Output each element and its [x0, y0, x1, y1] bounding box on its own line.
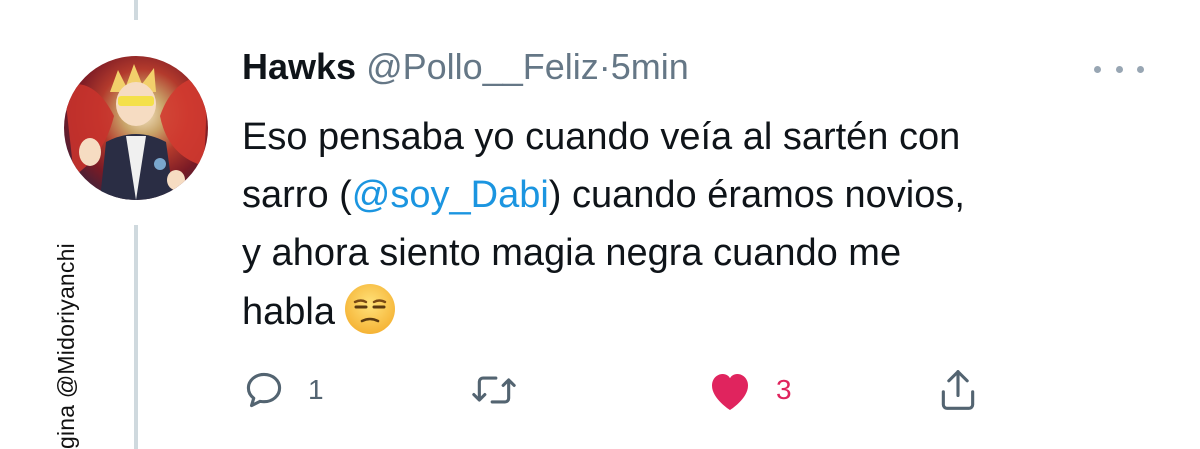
- share-button[interactable]: [936, 360, 980, 420]
- tweet-text-fragment: sarro (: [242, 174, 352, 216]
- mention-link[interactable]: @soy_Dabi: [352, 174, 549, 216]
- retweet-button[interactable]: [470, 360, 540, 420]
- thread-line: [134, 225, 138, 449]
- tweet-header: Hawks @Pollo__Feliz·5min: [242, 44, 689, 90]
- retweet-icon: [472, 376, 516, 404]
- more-dot: [1115, 65, 1123, 73]
- timestamp[interactable]: 5min: [611, 46, 689, 87]
- tweet-text-fragment: ) cuando éramos novios,: [548, 174, 965, 216]
- author-name[interactable]: Hawks: [242, 46, 356, 87]
- reply-icon: [246, 372, 282, 408]
- tweet[interactable]: gina @Midoriyanchi Hawks @Pollo__Feliz·5…: [0, 0, 1200, 449]
- unamused-face-icon: [344, 284, 395, 334]
- tweet-actions: 1 3: [242, 360, 1002, 420]
- like-count: 3: [776, 374, 792, 405]
- thread-line: [134, 0, 138, 20]
- tweet-line: sarro (@soy_Dabi) cuando éramos novios,: [242, 166, 1172, 224]
- tweet-line: y ahora siento magia negra cuando me: [242, 232, 902, 274]
- share-icon: [941, 370, 975, 410]
- separator-dot: ·: [598, 46, 611, 87]
- reply-count: 1: [308, 374, 324, 405]
- tweet-text-fragment: habla: [242, 291, 335, 333]
- reply-button[interactable]: 1: [242, 360, 324, 420]
- more-dot: [1094, 65, 1101, 73]
- author-handle[interactable]: @Pollo__Feliz: [366, 46, 599, 87]
- like-button[interactable]: 3: [706, 360, 792, 420]
- tweet-text: Eso pensaba yo cuando veía al sartén con…: [242, 108, 1172, 341]
- tweet-line: Eso pensaba yo cuando veía al sartén con: [242, 116, 961, 158]
- heart-icon: [712, 374, 748, 410]
- more-options-icon[interactable]: [1094, 62, 1144, 76]
- avatar[interactable]: [64, 56, 208, 200]
- tweet-line: habla: [242, 282, 1172, 341]
- watermark: gina @Midoriyanchi: [53, 243, 79, 449]
- avatar-illustration: [64, 64, 208, 200]
- more-dot: [1137, 65, 1144, 73]
